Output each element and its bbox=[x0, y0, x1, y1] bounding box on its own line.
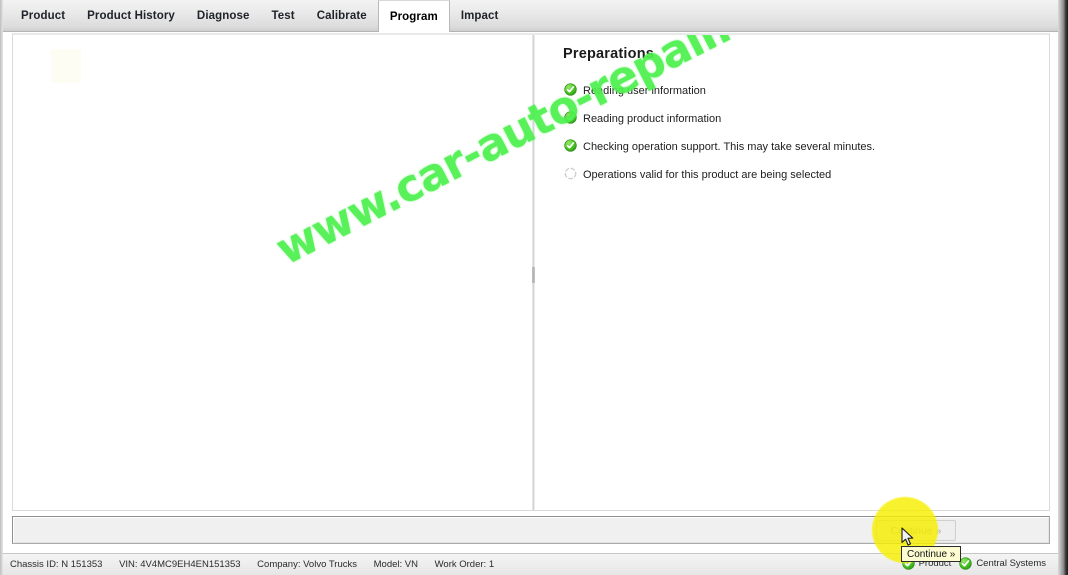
list-item: Reading product information bbox=[564, 111, 1034, 139]
tab-label: Program bbox=[389, 10, 438, 23]
main-tab-bar: Product Product History Diagnose Test Ca… bbox=[0, 0, 1058, 32]
tab-label: Diagnose bbox=[196, 9, 250, 22]
vin-label: VIN: bbox=[119, 559, 138, 570]
list-item-label: Checking operation support. This may tak… bbox=[583, 141, 876, 153]
page-title: Preparations bbox=[563, 46, 655, 62]
check-circle-icon bbox=[564, 139, 577, 152]
tab-label: Product History bbox=[87, 9, 175, 22]
preparations-pane: Preparations Reading user information Re… bbox=[535, 35, 1049, 510]
list-item-label: Operations valid for this product are be… bbox=[583, 169, 832, 181]
left-content-pane bbox=[13, 35, 532, 510]
tooltip: Continue » bbox=[901, 546, 962, 562]
chassis-id-label: Chassis ID: bbox=[10, 559, 59, 570]
list-item: Operations valid for this product are be… bbox=[564, 167, 1034, 195]
status-badge-central-systems: Central Systems bbox=[959, 557, 1046, 570]
tab-product-history[interactable]: Product History bbox=[76, 0, 186, 31]
work-order-value: 1 bbox=[488, 559, 495, 570]
tab-impact[interactable]: Impact bbox=[450, 0, 510, 31]
application-window: Product Product History Diagnose Test Ca… bbox=[0, 0, 1068, 575]
status-bar: Chassis ID: N 151353 VIN: 4V4MC9EH4EN151… bbox=[0, 553, 1058, 575]
tab-diagnose[interactable]: Diagnose bbox=[186, 0, 261, 31]
preparations-list: Reading user information Reading product… bbox=[564, 83, 1034, 195]
tab-product[interactable]: Product bbox=[10, 0, 76, 31]
workspace: Preparations Reading user information Re… bbox=[12, 33, 1050, 511]
vehicle-info: Chassis ID: N 151353 VIN: 4V4MC9EH4EN151… bbox=[10, 559, 494, 570]
tab-calibrate[interactable]: Calibrate bbox=[306, 0, 378, 31]
company-value: Volvo Trucks bbox=[303, 559, 357, 570]
chassis-id-value: N 151353 bbox=[61, 559, 103, 570]
work-order-label: Work Order: bbox=[434, 559, 487, 570]
tab-label: Test bbox=[271, 9, 295, 22]
check-circle-icon bbox=[564, 111, 577, 124]
model-label: Model: bbox=[373, 559, 403, 570]
continue-button[interactable]: Continue » bbox=[876, 520, 956, 541]
list-item-label: Reading user information bbox=[583, 85, 706, 97]
list-item-label: Reading product information bbox=[583, 113, 722, 125]
company-label: Company: bbox=[257, 559, 301, 570]
tab-label: Product bbox=[21, 9, 66, 22]
tab-label: Impact bbox=[460, 9, 499, 22]
check-circle-icon bbox=[564, 83, 577, 96]
tab-program[interactable]: Program bbox=[377, 0, 450, 32]
list-item: Reading user information bbox=[564, 83, 1034, 111]
vin-value: 4V4MC9EH4EN151353 bbox=[140, 559, 241, 570]
tab-label: Calibrate bbox=[316, 9, 367, 22]
bottom-toolbar: Continue » bbox=[12, 516, 1050, 544]
tab-test[interactable]: Test bbox=[260, 0, 305, 31]
list-item: Checking operation support. This may tak… bbox=[564, 139, 1034, 167]
window-left-edge bbox=[0, 0, 3, 575]
window-right-edge bbox=[1058, 0, 1068, 575]
model-value: VN bbox=[404, 559, 418, 570]
status-badge-label: Central Systems bbox=[976, 558, 1046, 569]
pane-artifact bbox=[51, 49, 81, 83]
pending-spinner-icon bbox=[564, 167, 577, 180]
